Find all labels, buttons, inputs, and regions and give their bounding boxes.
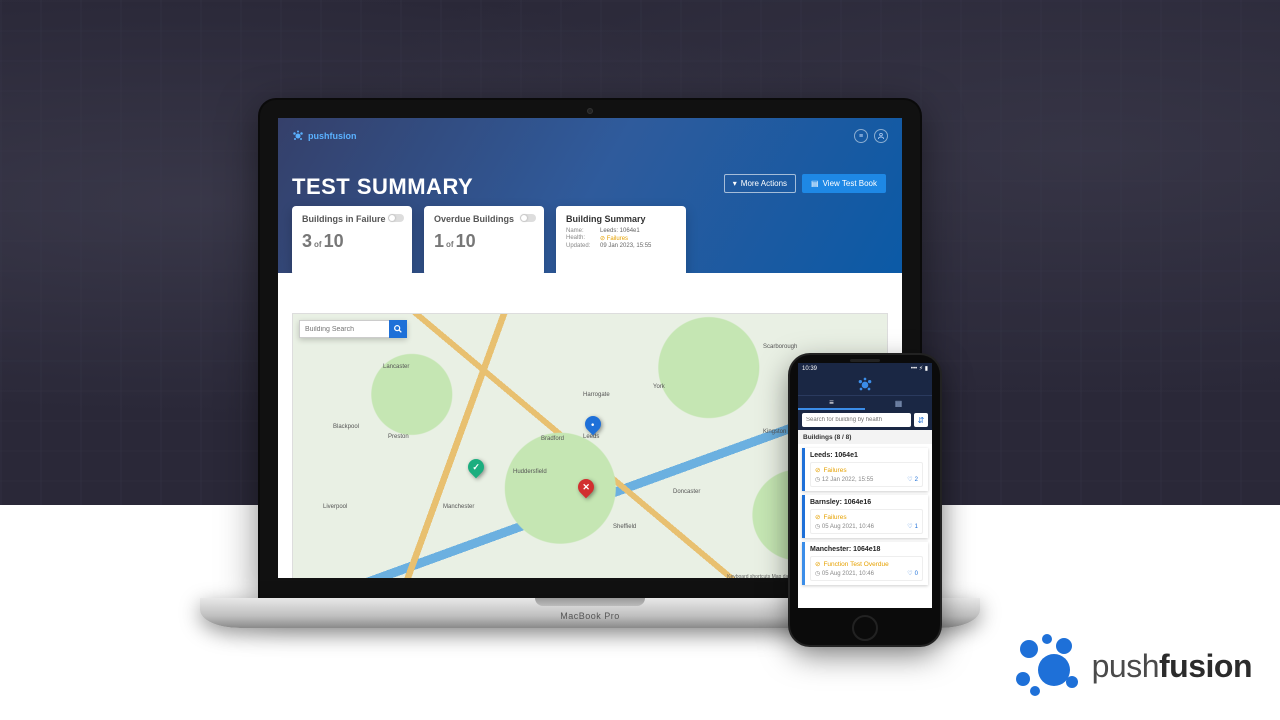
map-label: Harrogate xyxy=(583,392,610,398)
map-label: Manchester xyxy=(443,504,474,510)
bulb-icon: ♡ xyxy=(907,570,912,577)
phone-building-count: Buildings (8 / 8) xyxy=(798,430,932,444)
phone-filter-button[interactable]: ⇵ xyxy=(914,413,928,427)
app-header: pushfusion ≡ TEST SUMMARY ▾ More Actions xyxy=(278,118,902,273)
map-label: Preston xyxy=(388,434,409,440)
chevron-down-icon: ▾ xyxy=(733,179,737,188)
more-actions-button[interactable]: ▾ More Actions xyxy=(724,174,796,193)
card-failure-title: Buildings in Failure xyxy=(302,214,402,224)
list-item-title: Barnsley: 1064e16 xyxy=(810,499,923,506)
map-label: Doncaster xyxy=(673,489,700,495)
book-icon: ▤ xyxy=(811,179,819,188)
app-logo[interactable]: pushfusion xyxy=(292,130,357,142)
action-row: ▾ More Actions ▤ View Test Book xyxy=(724,174,886,193)
laptop-trackpad-notch xyxy=(535,598,645,606)
clock-icon: ◷ xyxy=(815,524,820,530)
card-overdue-title: Overdue Buildings xyxy=(434,214,534,224)
laptop-model-label: MacBook Pro xyxy=(560,611,620,621)
card-overdue-buildings[interactable]: Overdue Buildings 1of10 xyxy=(424,206,544,276)
map-label: Scarborough xyxy=(763,344,797,350)
map-pin-leeds[interactable]: • xyxy=(582,413,605,436)
phone-tab-grid[interactable]: ▦ xyxy=(865,396,932,410)
warning-icon: ⊘ xyxy=(815,560,820,568)
phone-status-bar: 10:39 ••• ⚡︎ ▮ xyxy=(798,363,932,374)
hamburger-menu-button[interactable]: ≡ xyxy=(854,129,868,143)
card-failure-toggle[interactable] xyxy=(388,214,404,222)
card-buildings-in-failure[interactable]: Buildings in Failure 3of10 xyxy=(292,206,412,276)
phone-app-viewport: 10:39 ••• ⚡︎ ▮ ≡ ▦ ⇵ Buildings (8 / 8) L… xyxy=(798,363,932,608)
map-pin-failure[interactable]: ✕ xyxy=(575,476,598,499)
map-search-button[interactable] xyxy=(389,320,407,338)
map-label: Sheffield xyxy=(613,524,636,530)
brand-wordmark: pushfusion xyxy=(1092,648,1252,685)
card-overdue-stat: 1of10 xyxy=(434,232,534,250)
card-failure-stat: 3of10 xyxy=(302,232,402,250)
map-label: York xyxy=(653,384,665,390)
map-label: Bradford xyxy=(541,436,564,442)
brand-logo-large: pushfusion xyxy=(1012,634,1252,698)
user-account-button[interactable] xyxy=(874,129,888,143)
phone-search-input[interactable] xyxy=(802,413,911,427)
brand-mark-icon xyxy=(1012,634,1084,698)
phone-status-time: 10:39 xyxy=(802,366,817,372)
laptop-camera xyxy=(587,108,593,114)
bulb-icon: ♡ xyxy=(907,523,912,530)
phone-app-header xyxy=(798,374,932,396)
map-pin-ok[interactable]: ✓ xyxy=(465,456,488,479)
phone-mockup: 10:39 ••• ⚡︎ ▮ ≡ ▦ ⇵ Buildings (8 / 8) L… xyxy=(790,355,940,645)
logo-icon xyxy=(857,377,873,393)
view-test-book-button[interactable]: ▤ View Test Book xyxy=(802,174,886,193)
logo-icon xyxy=(292,130,304,142)
card-summary-details: Name:Leeds: 1064e1 Health:⊘ Failures Upd… xyxy=(566,228,676,249)
map-label: Liverpool xyxy=(323,504,347,510)
clock-icon: ◷ xyxy=(815,571,820,577)
list-item-status: ⊘Failures xyxy=(815,466,918,474)
map-label: Blackpool xyxy=(333,424,359,430)
warning-icon: ⊘ xyxy=(815,466,820,474)
map-search-input[interactable] xyxy=(299,320,389,338)
more-actions-label: More Actions xyxy=(741,179,787,188)
map-label: Huddersfield xyxy=(513,469,547,475)
phone-tab-list[interactable]: ≡ xyxy=(798,396,865,410)
list-item-status: ⊘Failures xyxy=(815,513,918,521)
view-test-book-label: View Test Book xyxy=(823,179,877,188)
list-item-status: ⊘Function Test Overdue xyxy=(815,560,918,568)
app-logo-text: pushfusion xyxy=(308,131,357,141)
list-item-title: Leeds: 1064e1 xyxy=(810,452,923,459)
clock-icon: ◷ xyxy=(815,477,820,483)
map-label: Lancaster xyxy=(383,364,409,370)
phone-status-icons: ••• ⚡︎ ▮ xyxy=(911,365,928,372)
phone-home-button[interactable] xyxy=(852,615,878,641)
bulb-icon: ♡ xyxy=(907,476,912,483)
list-item[interactable]: Barnsley: 1064e16 ⊘Failures ◷ 05 Aug 202… xyxy=(802,495,928,538)
list-item-title: Manchester: 1064e18 xyxy=(810,546,923,553)
list-item[interactable]: Manchester: 1064e18 ⊘Function Test Overd… xyxy=(802,542,928,585)
map-label: Leeds xyxy=(583,434,599,440)
card-overdue-toggle[interactable] xyxy=(520,214,536,222)
card-summary-title: Building Summary xyxy=(566,214,676,224)
warning-icon: ⊘ xyxy=(815,513,820,521)
phone-tabs: ≡ ▦ xyxy=(798,396,932,410)
list-item[interactable]: Leeds: 1064e1 ⊘Failures ◷ 12 Jan 2022, 1… xyxy=(802,448,928,491)
